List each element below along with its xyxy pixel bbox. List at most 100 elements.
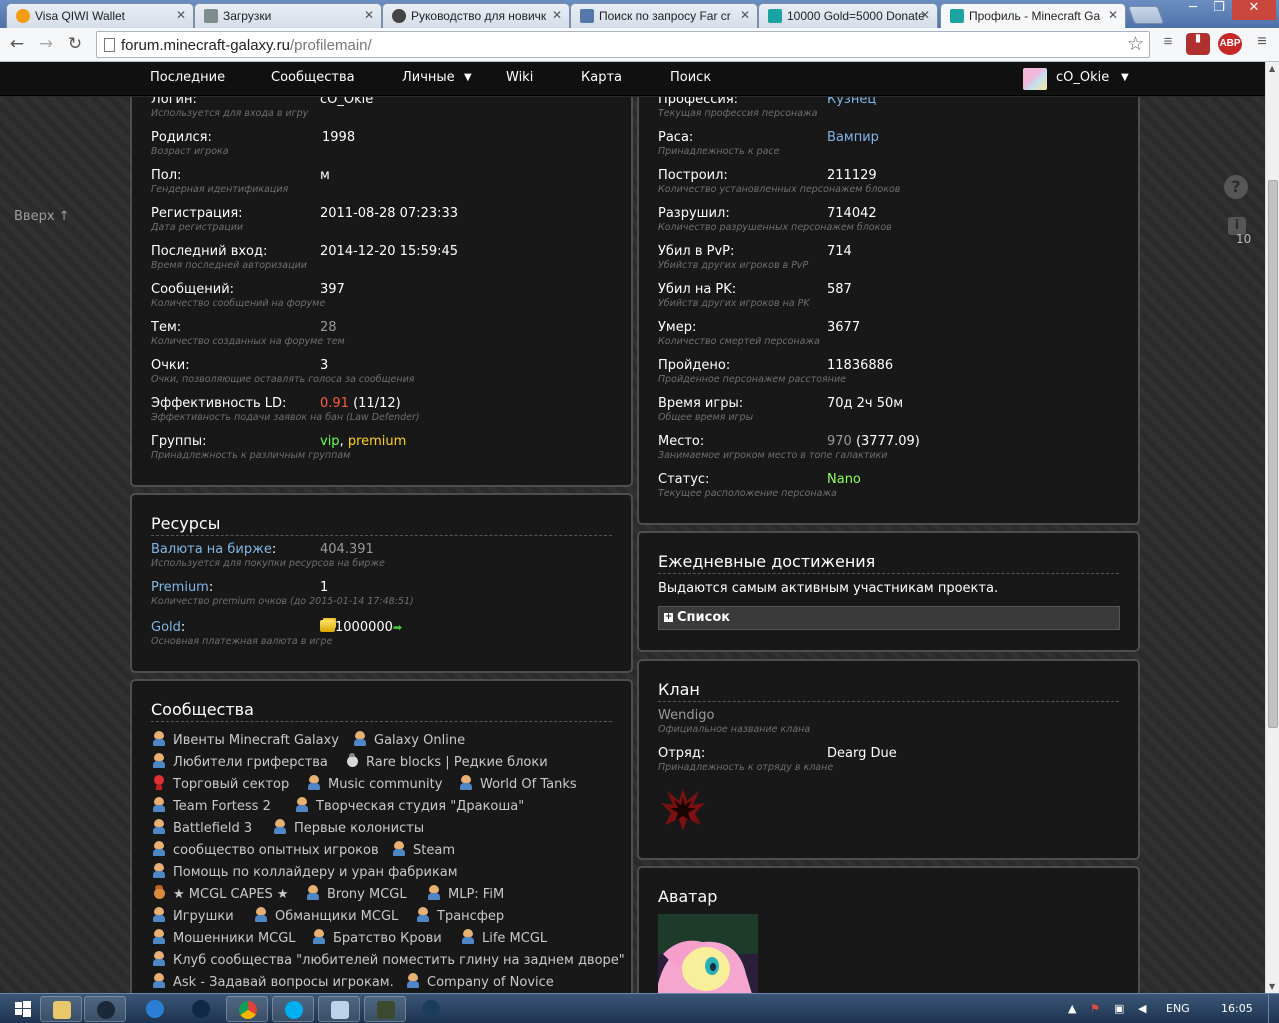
resource-row-exchange: Валюта на бирже: 404.391 Используется дл… (151, 542, 621, 578)
browser-tab[interactable]: Поиск по запросу Far cr ✕ (570, 3, 758, 28)
community-link[interactable]: Rare blocks | Редкие блоки (345, 753, 548, 770)
chevron-down-icon[interactable]: ▼ (464, 72, 472, 83)
community-link[interactable]: Steam (392, 841, 455, 858)
browser-tab[interactable]: Visa QIWI Wallet ✕ (6, 3, 194, 28)
taskbar-app[interactable] (180, 996, 222, 1022)
maximize-icon[interactable]: ❐ (1206, 0, 1232, 20)
group-vip[interactable]: vip (320, 434, 340, 449)
community-link[interactable]: Galaxy Online (353, 731, 465, 748)
close-icon[interactable]: ✕ (920, 8, 930, 22)
nav-search[interactable]: Поиск (670, 70, 711, 85)
clock[interactable]: 16:05 (1221, 1002, 1253, 1015)
gold-link[interactable]: Gold (151, 620, 181, 635)
vertical-scrollbar[interactable]: ▲ ▼ (1265, 62, 1279, 993)
rank-score: (3777.09) (855, 434, 920, 449)
exchange-currency-link[interactable]: Валюта на бирже (151, 542, 272, 557)
volume-icon[interactable]: ◀ (1138, 1002, 1146, 1015)
community-link[interactable]: Life MCGL (461, 929, 547, 946)
community-link[interactable]: Любители гриферства (152, 753, 328, 770)
community-link[interactable]: World Of Tanks (459, 775, 577, 792)
new-tab-button[interactable] (1127, 6, 1165, 24)
taskbar-explorer[interactable] (40, 996, 82, 1022)
transfer-arrow-icon[interactable]: ➡ (393, 621, 402, 634)
browser-tab[interactable]: 10000 Gold=5000 Donate ✕ (758, 3, 938, 28)
community-link[interactable]: Игрушки (152, 907, 234, 924)
community-link[interactable]: сообщество опытных игроков (152, 841, 379, 858)
community-link[interactable]: Ивенты Minecraft Galaxy (152, 731, 339, 748)
adblock-icon[interactable]: ABP (1218, 33, 1242, 55)
browser-tab[interactable]: Загрузки ✕ (194, 3, 382, 28)
community-link[interactable]: Мошенники MCGL (152, 929, 296, 946)
char-row-pvp-kills: Убил в PvP: 714 Убийств других игроков в… (658, 244, 1128, 280)
community-link[interactable]: Ask - Задавай вопросы игрокам. (152, 973, 394, 990)
taskbar-app2[interactable] (410, 996, 452, 1022)
nav-personal[interactable]: Личные (402, 70, 455, 85)
taskbar-steam[interactable] (84, 996, 126, 1022)
flag-icon[interactable]: ⚑ (1090, 1002, 1100, 1015)
community-link[interactable]: Battlefield 3 (152, 819, 252, 836)
community-link[interactable]: Братство Крови (312, 929, 442, 946)
clan-name[interactable]: Wendigo (658, 708, 714, 723)
chevron-down-icon[interactable]: ▼ (1121, 72, 1129, 83)
group-premium[interactable]: premium (348, 434, 407, 449)
community-link[interactable]: MLP: FiM (427, 885, 504, 902)
chrome-menu-icon[interactable]: ≡ (1250, 33, 1274, 55)
extension-chat-icon[interactable]: ▮ (1186, 33, 1210, 55)
browser-tab-active[interactable]: Профиль - Minecraft Ga ✕ (940, 3, 1126, 29)
network-icon[interactable]: ▣ (1114, 1002, 1124, 1015)
username-menu[interactable]: cO_Okie (1056, 70, 1109, 85)
close-icon[interactable]: ✕ (364, 8, 374, 22)
extension-menu-icon[interactable]: ≡ (1156, 33, 1180, 55)
field-value[interactable]: Вампир (827, 130, 879, 145)
reload-icon[interactable]: ↻ (64, 34, 86, 56)
field-value[interactable]: 397 (320, 282, 345, 297)
taskbar-ie[interactable] (134, 996, 176, 1022)
nav-wiki[interactable]: Wiki (506, 70, 533, 85)
community-link[interactable]: ★ MCGL CAPES ★ (152, 885, 289, 902)
taskbar-chrome[interactable] (226, 996, 268, 1022)
field-hint: Занимаемое игроком место в топе галактик… (658, 450, 888, 461)
window-close-icon[interactable]: ✕ (1232, 0, 1276, 20)
community-link[interactable]: Brony MCGL (306, 885, 407, 902)
premium-link[interactable]: Premium (151, 580, 209, 595)
community-link[interactable]: Team Fortess 2 (152, 797, 271, 814)
scroll-up-arrow-icon[interactable]: ▲ (1269, 64, 1275, 73)
community-link[interactable]: Торговый сектор (152, 775, 289, 792)
community-link[interactable]: Трансфер (416, 907, 504, 924)
achievements-list-toggle[interactable]: + Список (658, 606, 1120, 630)
help-icon[interactable]: ? (1224, 175, 1248, 199)
bookmark-star-icon[interactable]: ☆ (1127, 33, 1144, 56)
language-indicator[interactable]: ENG (1166, 1002, 1190, 1015)
nav-communities[interactable]: Сообщества (271, 70, 355, 85)
close-icon[interactable]: ✕ (1108, 8, 1118, 22)
close-icon[interactable]: ✕ (552, 8, 562, 22)
browser-tab[interactable]: Руководство для новичк ✕ (382, 3, 570, 28)
show-desktop-button[interactable] (1268, 994, 1278, 1023)
scrollbar-thumb[interactable] (1268, 180, 1278, 728)
forward-arrow-icon[interactable]: → (35, 34, 57, 56)
community-link[interactable]: Обманщики MCGL (254, 907, 398, 924)
field-value[interactable]: Кузнец (827, 97, 876, 107)
community-link[interactable]: Клуб сообщества "любителей поместить гли… (152, 951, 625, 968)
taskbar-wot[interactable] (364, 996, 406, 1022)
address-bar[interactable]: forum.minecraft-galaxy.ru/profilemain/ ☆ (96, 31, 1150, 58)
taskbar-notepad[interactable] (318, 996, 360, 1022)
scroll-to-top-link[interactable]: Вверх ↑ (14, 209, 70, 224)
user-avatar[interactable] (1023, 68, 1047, 90)
rank-place[interactable]: 970 (827, 434, 852, 449)
nav-latest[interactable]: Последние (150, 70, 225, 85)
taskbar-skype[interactable] (272, 996, 314, 1022)
close-icon[interactable]: ✕ (740, 8, 750, 22)
close-icon[interactable]: ✕ (176, 8, 186, 22)
community-link[interactable]: Помощь по коллайдеру и уран фабрикам (152, 863, 458, 880)
show-hidden-icons[interactable]: ▲ (1068, 1002, 1076, 1015)
community-link[interactable]: Company of Novice (406, 973, 554, 990)
start-button[interactable] (2, 996, 44, 1022)
community-link[interactable]: Творческая студия "Дракоша" (295, 797, 524, 814)
nav-map[interactable]: Карта (581, 70, 622, 85)
community-link[interactable]: Music community (307, 775, 442, 792)
minimize-icon[interactable]: ─ (1180, 0, 1206, 20)
community-link[interactable]: Первые колонисты (273, 819, 424, 836)
scroll-down-arrow-icon[interactable]: ▼ (1269, 982, 1275, 991)
back-arrow-icon[interactable]: ← (6, 34, 28, 56)
